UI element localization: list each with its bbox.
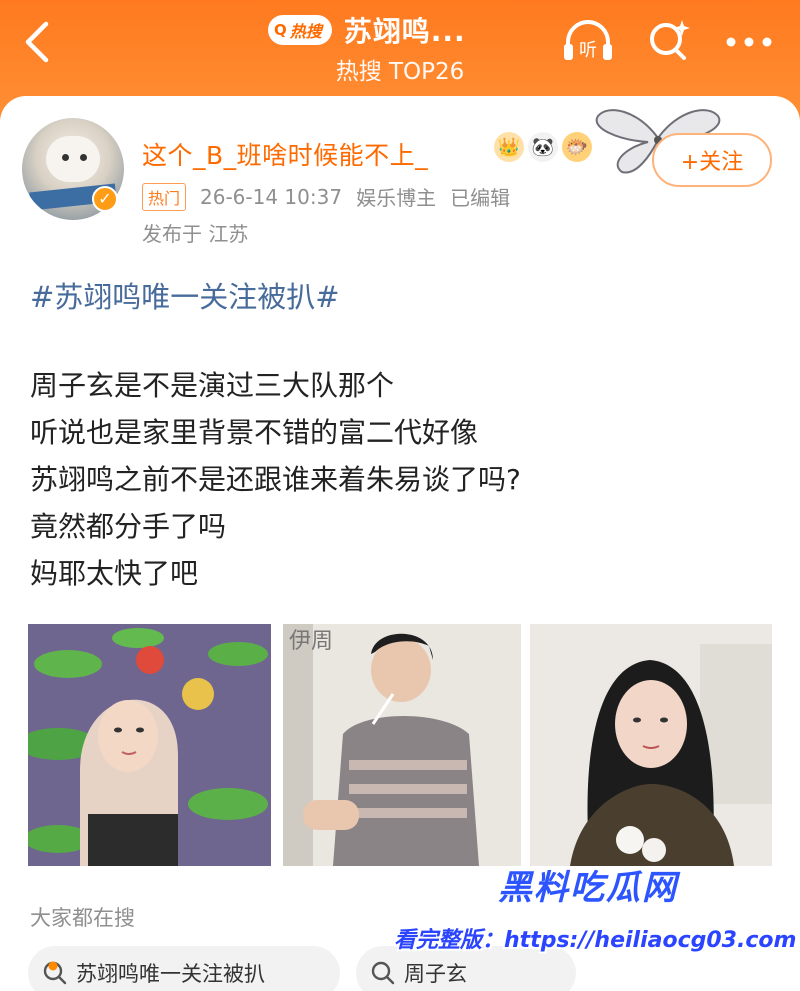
post-line: 竟然都分手了吗: [30, 510, 227, 543]
hashtag-link[interactable]: #苏翊鸣唯一关注被扒#: [30, 274, 340, 316]
post-card: ✓ 这个_B_班啥时候能不上_ 👑 🐼 🐡 +关注 热门 26-6-14 10:…: [0, 96, 800, 991]
related-search-chip[interactable]: 苏翊鸣唯一关注被扒: [28, 946, 340, 991]
post-location: 发布于 江苏: [142, 222, 249, 246]
watermark-url: 看完整版：https://heiliaocg03.com: [394, 928, 797, 953]
user-badges: 👑 🐼 🐡: [494, 132, 592, 162]
hot-search-label: 热搜: [289, 22, 322, 41]
post-body: 周子玄是不是演过三大队那个 听说也是家里背景不错的富二代好像 苏翊鸣之前不是还跟…: [30, 362, 521, 597]
follow-button[interactable]: +关注: [652, 133, 772, 187]
username[interactable]: 这个_B_班啥时候能不上_: [142, 136, 428, 172]
photo-girl-hood-image: [28, 624, 271, 866]
search-icon: [371, 961, 395, 985]
photo-girl-hood[interactable]: [28, 624, 271, 866]
post-line: 听说也是家里背景不错的富二代好像: [30, 416, 479, 449]
post-datetime: 26-6-14 10:37: [200, 184, 343, 209]
search-button[interactable]: [644, 16, 694, 66]
listen-button[interactable]: 听: [560, 16, 616, 66]
avatar-eye: [80, 154, 87, 161]
page-title: 苏翊鸣...: [343, 15, 466, 48]
user-role: 娱乐博主: [356, 186, 437, 210]
watermark: 黑料吃瓜网 看完整版：https://heiliaocg03.com: [394, 860, 800, 991]
avatar-face: [46, 136, 100, 182]
search-icon: Q: [274, 21, 287, 39]
hot-tag: 热门: [142, 182, 187, 211]
post-line: 周子玄是不是演过三大队那个: [30, 369, 395, 402]
photo-man-striped-shirt[interactable]: 伊周: [283, 624, 521, 866]
photo-man-image: 伊周: [283, 624, 521, 866]
related-search-title: 大家都在搜: [30, 906, 135, 930]
photo-grid: 伊周: [28, 624, 772, 866]
post-meta: 热门 26-6-14 10:37 娱乐博主 已编辑: [142, 182, 524, 211]
crown-badge-icon: 👑: [494, 132, 524, 162]
related-search-text: 苏翊鸣唯一关注被扒: [76, 962, 265, 986]
photo-woman-image: [530, 624, 772, 866]
related-search-text: 周子玄: [404, 962, 467, 986]
post-line: 妈耶太快了吧: [30, 557, 199, 590]
edited-flag: 已编辑: [450, 186, 511, 210]
photo-woman-portrait[interactable]: [530, 624, 772, 866]
hot-search-title[interactable]: Q 热搜 苏翊鸣...: [268, 10, 466, 50]
post-line: 苏翊鸣之前不是还跟谁来着朱易谈了吗?: [30, 463, 521, 496]
magazine-caption: 伊周: [289, 629, 333, 654]
verified-badge-icon: ✓: [92, 186, 118, 212]
hot-search-icon: [43, 961, 67, 985]
headphones-icon: 听: [564, 20, 612, 61]
watermark-title: 黑料吃瓜网: [498, 868, 678, 908]
more-button[interactable]: [722, 22, 776, 62]
panda-badge-icon: 🐼: [528, 132, 558, 162]
hot-search-pill: Q 热搜: [268, 15, 332, 45]
more-icon: [726, 37, 772, 47]
avatar-eye: [62, 154, 69, 161]
search-icon: [650, 20, 690, 60]
listen-label: 听: [579, 40, 597, 61]
